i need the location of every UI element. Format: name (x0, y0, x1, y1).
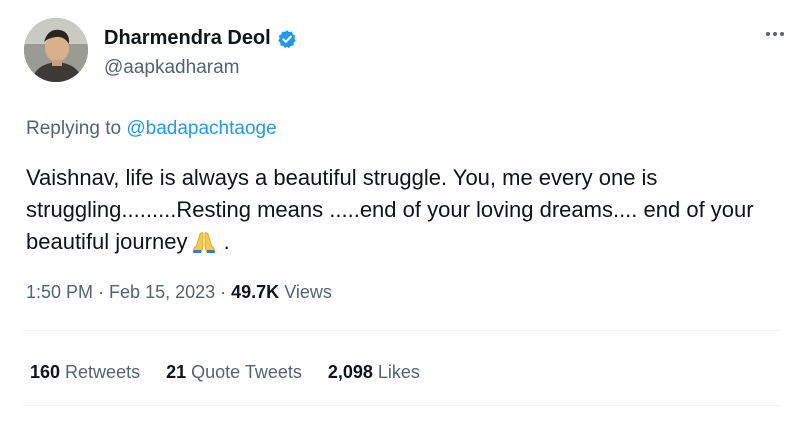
tweet-text-line: Vaishnav, life is always a beautiful str… (26, 165, 658, 190)
meta-separator: · (93, 282, 110, 302)
retweets-label: Retweets (60, 362, 141, 382)
author-name-text[interactable]: Dharmendra Deol (104, 27, 271, 50)
more-options-button[interactable] (760, 24, 790, 44)
divider (22, 405, 782, 406)
reply-mention-link[interactable]: @badapachtaoge (126, 118, 276, 139)
likes-stat[interactable]: 2,098 Likes (328, 362, 420, 383)
tweet-text-line: struggling.........Resting means .....en… (26, 197, 754, 222)
replying-to-label: Replying to (26, 118, 127, 139)
folded-hands-icon (191, 230, 217, 253)
tweet-card: Dharmendra Deol @aapkadharam Replying to… (0, 0, 800, 421)
views-label: Views (279, 282, 332, 302)
divider (22, 330, 782, 331)
replying-to: Replying to @badapachtaoge (26, 118, 277, 140)
more-dot-icon (766, 32, 770, 36)
tweet-meta: 1:50 PM · Feb 15, 2023 · 49.7K Views (26, 282, 332, 303)
author-handle[interactable]: @aapkadharam (104, 57, 239, 79)
avatar[interactable] (24, 18, 88, 82)
tweet-text-trailing: . (217, 229, 230, 254)
more-dot-icon (773, 32, 777, 36)
author-name[interactable]: Dharmendra Deol (104, 27, 297, 50)
quote-tweets-stat[interactable]: 21 Quote Tweets (166, 362, 302, 383)
views-count: 49.7K (231, 282, 280, 302)
quote-tweets-label: Quote Tweets (186, 362, 302, 382)
retweets-stat[interactable]: 160 Retweets (30, 362, 140, 383)
tweet-date[interactable]: Feb 15, 2023 (109, 282, 215, 302)
retweets-count: 160 (30, 362, 61, 382)
quote-tweets-count: 21 (166, 362, 187, 382)
more-dot-icon (780, 32, 784, 36)
engagement-stats: 160 Retweets 21 Quote Tweets 2,098 Likes (30, 362, 446, 383)
tweet-text: Vaishnav, life is always a beautiful str… (26, 162, 786, 258)
tweet-text-line: beautiful journey (26, 229, 188, 254)
likes-count: 2,098 (327, 362, 373, 382)
tweet-time[interactable]: 1:50 PM (26, 282, 93, 302)
tweet-text-line-last: beautiful journey . (26, 226, 786, 258)
meta-separator: · (215, 282, 232, 302)
likes-label: Likes (372, 362, 420, 382)
verified-badge-icon (277, 29, 297, 49)
